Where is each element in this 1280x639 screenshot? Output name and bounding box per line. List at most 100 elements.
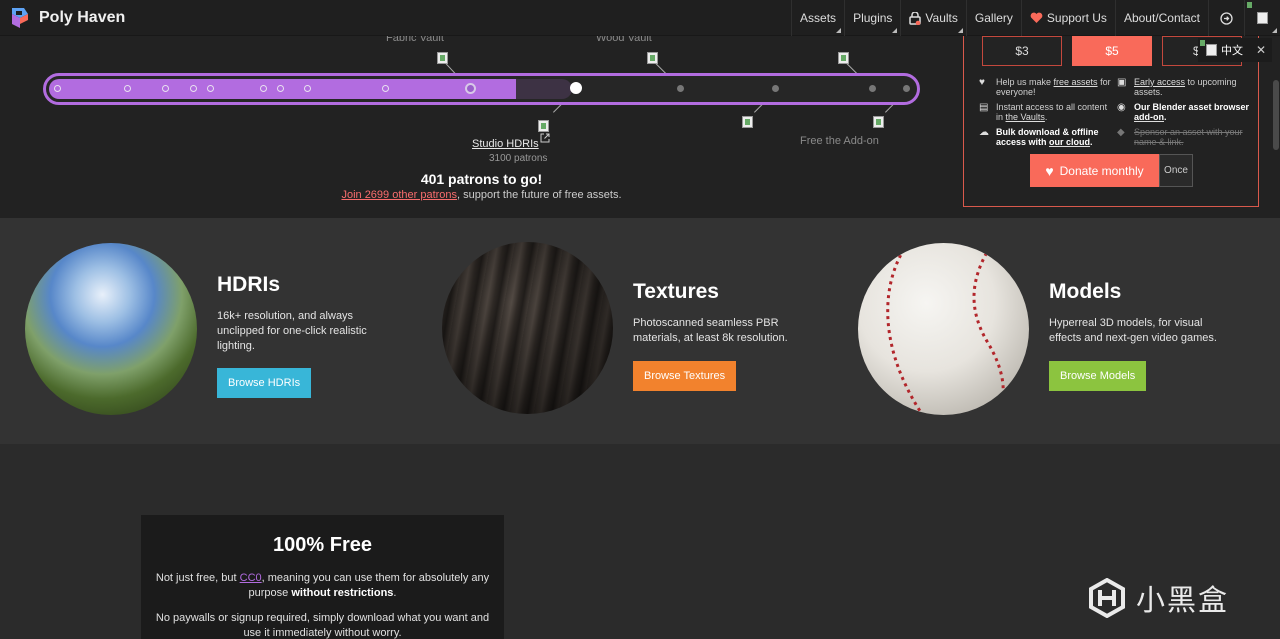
- perk-early-access: ▣ Early access to upcoming assets.: [1117, 77, 1237, 97]
- milestone-dot[interactable]: [124, 85, 131, 92]
- milestone-dot-goal[interactable]: [570, 82, 582, 94]
- xiaoheihe-watermark: 小黑盒: [1088, 577, 1229, 619]
- browse-hdris-button[interactable]: Browse HDRIs: [217, 368, 312, 398]
- milestone-dot[interactable]: [304, 85, 311, 92]
- donate-monthly-label: Donate monthly: [1059, 163, 1144, 178]
- milestone-dot-fabric-vault[interactable]: [465, 83, 476, 94]
- patrons-to-go: 401 patrons to go!: [420, 171, 543, 187]
- dropdown-corner-icon: [836, 28, 842, 33]
- calendar-icon: ▣: [1117, 77, 1127, 88]
- logo-link[interactable]: Poly Haven: [10, 6, 125, 30]
- milestone-dot[interactable]: [869, 85, 876, 92]
- nav-vaults[interactable]: Vaults: [900, 0, 965, 36]
- free-paragraph-1: Not just free, but CC0, meaning you can …: [155, 572, 490, 599]
- milestone-dot[interactable]: [190, 85, 197, 92]
- nav-support-us[interactable]: Support Us: [1020, 0, 1115, 36]
- models-title: Models: [1049, 280, 1122, 303]
- dropdown-corner-icon: [892, 28, 898, 33]
- language-popup: 中文 ✕: [1198, 38, 1272, 62]
- free-info-box: 100% Free Not just free, but CC0, meanin…: [141, 515, 504, 639]
- tag-icon: ◆: [1117, 127, 1125, 138]
- milestone-dot[interactable]: [54, 85, 61, 92]
- progress-goal-segment: [516, 79, 572, 99]
- nav-assets[interactable]: Assets: [791, 0, 844, 36]
- baseball-model-image[interactable]: [858, 243, 1029, 415]
- top-nav: Poly Haven Assets Plugins Vaults Gallery…: [0, 0, 1280, 36]
- free-title: 100% Free: [273, 534, 372, 556]
- heart-icon: ♥: [979, 77, 985, 88]
- milestone-dot[interactable]: [260, 85, 267, 92]
- nav-vaults-label: Vaults: [925, 11, 958, 25]
- amount-option-3[interactable]: $3: [982, 36, 1062, 66]
- donate-monthly-button[interactable]: ♥ Donate monthly: [1030, 154, 1159, 187]
- milestone-image-icon[interactable]: [437, 52, 448, 64]
- patron-progress-bar: [43, 73, 920, 105]
- milestone-dot[interactable]: [382, 85, 389, 92]
- nav-plugins[interactable]: Plugins: [844, 0, 900, 36]
- milestone-image-icon[interactable]: [838, 52, 849, 64]
- perk-free-assets: ♥ Help us make free assets for everyone!: [979, 77, 1111, 97]
- cc0-link[interactable]: CC0: [240, 572, 262, 584]
- lock-icon: [909, 11, 922, 25]
- dropdown-corner-icon: [1272, 28, 1277, 33]
- free-addon-label: Free the Add-on: [800, 135, 879, 147]
- xiaoheihe-logo-icon: [1089, 578, 1125, 618]
- milestone-image-icon[interactable]: [873, 116, 884, 128]
- perk-bulk-download: ☁ Bulk download & offline access with our…: [979, 127, 1099, 147]
- cloud-icon: ☁: [979, 127, 989, 138]
- watermark-text: 小黑盒: [1136, 585, 1230, 617]
- textures-title: Textures: [633, 280, 719, 303]
- login-icon: [1220, 11, 1233, 25]
- external-link-icon: [540, 133, 550, 143]
- avatar-button[interactable]: [1244, 0, 1280, 36]
- milestone-image-icon[interactable]: [742, 116, 753, 128]
- donate-once-button[interactable]: Once: [1159, 154, 1193, 187]
- nav-gallery-label: Gallery: [974, 11, 1013, 25]
- baseball-seam-icon: [886, 246, 1005, 414]
- heart-icon: [1030, 12, 1043, 23]
- hdri-sphere-image[interactable]: [25, 243, 197, 415]
- browse-textures-button[interactable]: Browse Textures: [633, 361, 737, 391]
- dropdown-corner-icon: [957, 28, 963, 33]
- milestone-dot[interactable]: [162, 85, 169, 92]
- heart-icon: ♥: [1045, 162, 1054, 179]
- nav-menu: Assets Plugins Vaults Gallery Support Us…: [791, 0, 1280, 36]
- join-patrons-rest: , support the future of free assets.: [457, 189, 622, 201]
- texture-sphere-image[interactable]: [442, 242, 613, 414]
- amount-option-5[interactable]: $5: [1072, 36, 1152, 66]
- blender-icon: ◉: [1117, 102, 1126, 113]
- milestone-image-icon[interactable]: [538, 120, 549, 132]
- milestone-dot[interactable]: [677, 85, 684, 92]
- broken-image-icon: [1257, 12, 1268, 24]
- scrollbar[interactable]: [1273, 80, 1279, 150]
- nav-support-us-label: Support Us: [1046, 11, 1107, 25]
- studio-hdris-patrons: 3100 patrons: [489, 153, 548, 164]
- nav-about-contact[interactable]: About/Contact: [1114, 0, 1208, 36]
- perk-blender-addon: ◉ Our Blender asset browser add-on.: [1117, 102, 1250, 122]
- hdris-description: 16k+ resolution, and always unclipped fo…: [217, 310, 367, 352]
- language-option[interactable]: 中文: [1221, 42, 1243, 58]
- nav-assets-label: Assets: [800, 11, 837, 25]
- nav-gallery[interactable]: Gallery: [965, 0, 1021, 36]
- asset-cards-section: HDRIs 16k+ resolution, and always unclip…: [0, 218, 1280, 444]
- textures-description: Photoscanned seamless PBR materials, at …: [633, 317, 788, 344]
- login-button[interactable]: [1208, 0, 1244, 36]
- browse-models-button[interactable]: Browse Models: [1049, 361, 1147, 391]
- studio-hdris-link[interactable]: Studio HDRIs: [472, 138, 539, 150]
- hdris-title: HDRIs: [217, 273, 281, 296]
- milestone-dot[interactable]: [903, 85, 910, 92]
- flag-image-icon: [1206, 44, 1217, 56]
- milestone-dot[interactable]: [772, 85, 779, 92]
- milestone-dot[interactable]: [277, 85, 284, 92]
- close-icon[interactable]: ✕: [1256, 43, 1266, 57]
- perk-vault-access: ▤ Instant access to all content in the Va…: [979, 102, 1108, 122]
- poly-haven-logo-icon: [12, 8, 28, 28]
- free-paragraph-2: No paywalls or signup required, simply d…: [155, 612, 490, 639]
- milestone-image-icon[interactable]: [647, 52, 658, 64]
- milestone-dot[interactable]: [207, 85, 214, 92]
- logo-text: Poly Haven: [39, 9, 126, 26]
- join-patrons-line: Join 2699 other patrons, support the fut…: [0, 189, 963, 201]
- nav-about-contact-label: About/Contact: [1123, 11, 1200, 25]
- models-description: Hyperreal 3D models, for visual effects …: [1049, 317, 1217, 344]
- join-patrons-link[interactable]: Join 2699 other patrons: [341, 189, 457, 201]
